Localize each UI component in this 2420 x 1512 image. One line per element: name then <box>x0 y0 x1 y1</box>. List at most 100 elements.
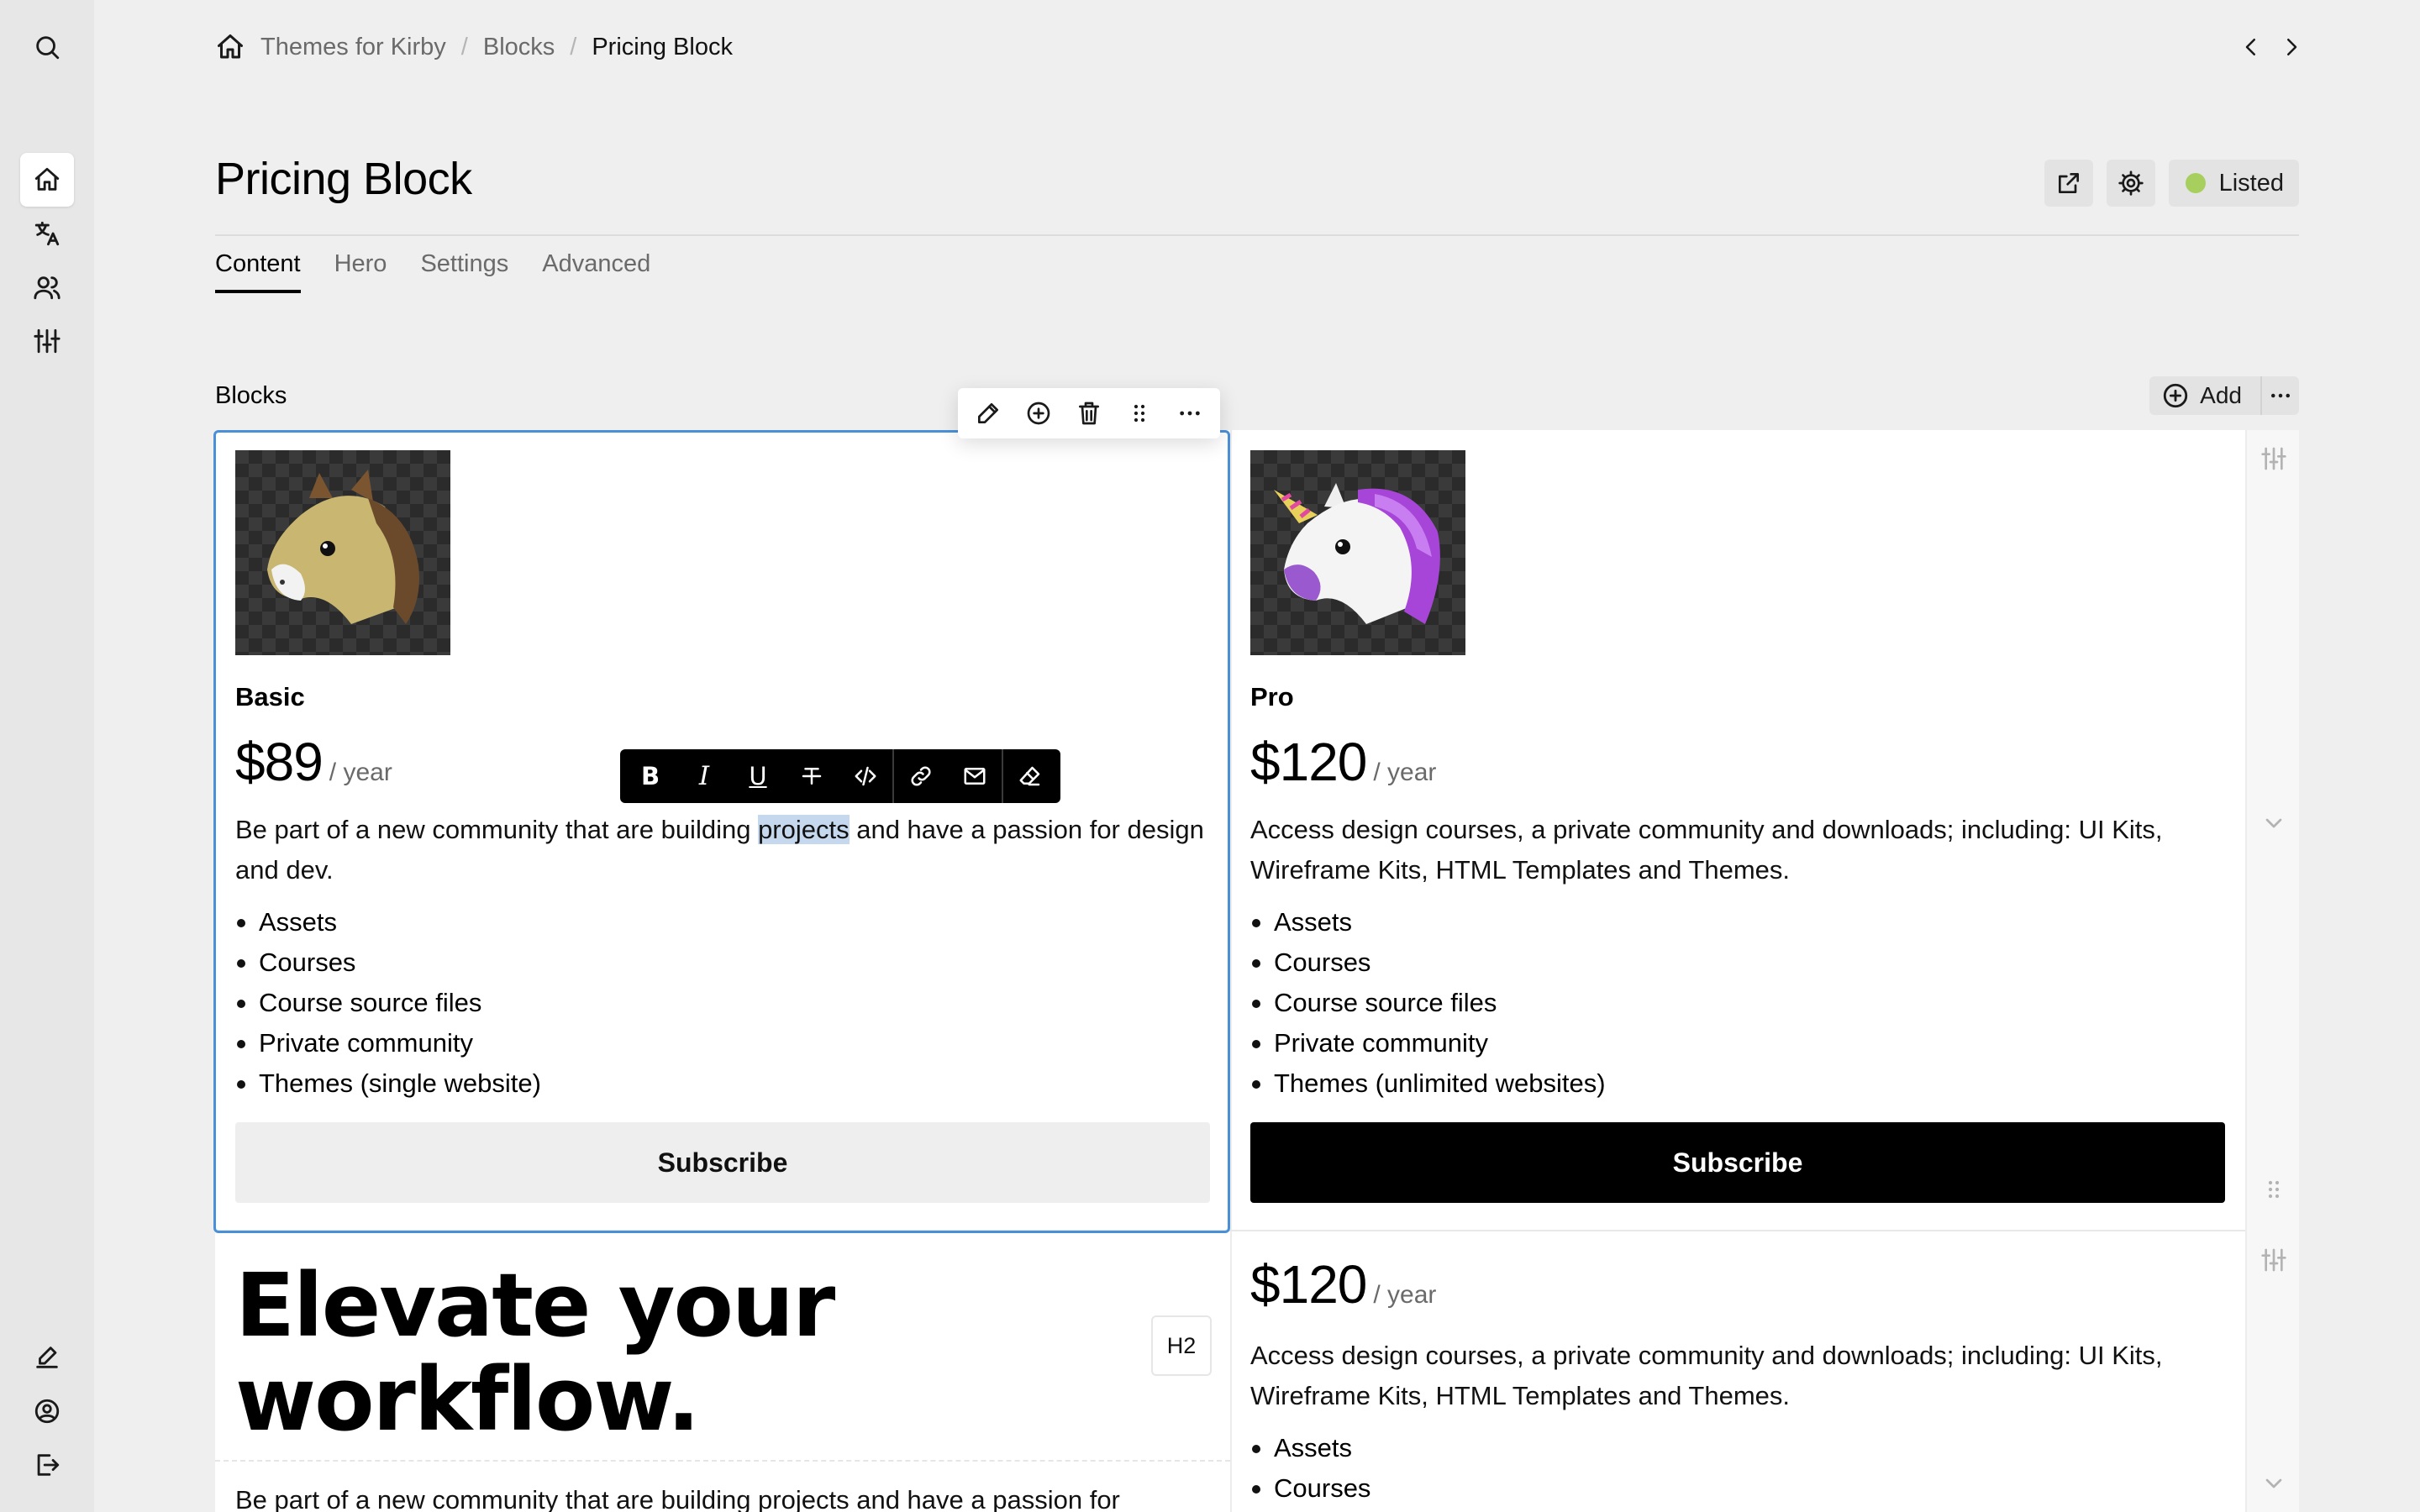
tab-settings[interactable]: Settings <box>420 250 508 293</box>
italic-icon[interactable]: I <box>677 749 731 803</box>
list-item: Course source files <box>1250 983 2225 1023</box>
list-item: Course source files <box>235 983 1210 1023</box>
list-item: Assets <box>1250 902 2225 942</box>
breadcrumb-current[interactable]: Pricing Block <box>592 34 733 61</box>
block-side-handles <box>2245 430 2299 1512</box>
page-title: Pricing Block <box>215 154 472 204</box>
account-icon[interactable] <box>20 1384 74 1438</box>
home-icon[interactable] <box>215 32 245 62</box>
plan-price: $120 / year <box>1250 731 2225 793</box>
subscribe-button[interactable]: Subscribe <box>1250 1122 2225 1203</box>
tab-hero[interactable]: Hero <box>334 250 387 293</box>
strikethrough-icon[interactable] <box>785 749 839 803</box>
pricing-card: Pro $120 / year Access design courses, a… <box>1250 450 2225 1203</box>
add-block-button[interactable]: Add <box>2149 376 2260 415</box>
drag-handle-icon[interactable] <box>1114 388 1165 438</box>
heading-line: Elevate your <box>235 1254 835 1357</box>
subscribe-button[interactable]: Subscribe <box>235 1122 1210 1203</box>
header-divider <box>215 234 2299 236</box>
trash-icon[interactable] <box>1064 388 1114 438</box>
breadcrumb-parent[interactable]: Blocks <box>483 34 555 61</box>
code-icon[interactable] <box>839 749 892 803</box>
plan-description[interactable]: Access design courses, a private communi… <box>1250 1336 2225 1416</box>
search-icon[interactable] <box>20 20 74 74</box>
breadcrumb-separator: / <box>570 33 577 60</box>
email-icon[interactable] <box>948 749 1002 803</box>
heading-line: workflow. <box>235 1348 700 1451</box>
horse-icon <box>267 470 419 624</box>
list-item: Private community <box>235 1023 1210 1063</box>
breadcrumb: Themes for Kirby / Blocks / Pricing Bloc… <box>215 30 733 64</box>
bold-icon[interactable]: B <box>623 749 677 803</box>
list-item: Courses <box>235 942 1210 983</box>
home-icon[interactable] <box>20 153 74 207</box>
tab-content[interactable]: Content <box>215 250 301 293</box>
block-settings-icon[interactable] <box>2260 445 2287 472</box>
plan-price: $120 / year <box>1250 1253 2225 1315</box>
previous-page-icon[interactable] <box>2238 30 2264 64</box>
feature-list: Assets Courses <box>1250 1428 2225 1509</box>
feature-list: Assets Courses Course source files Priva… <box>1250 902 2225 1104</box>
list-item: Courses <box>1250 942 2225 983</box>
price-period: / year <box>1373 1281 1437 1309</box>
blocks-area: Basic $89 / year Be part of a new commun… <box>213 430 2299 1512</box>
block-divider <box>215 1460 1230 1462</box>
status-button[interactable]: Listed <box>2168 160 2299 207</box>
price-value: $89 <box>235 732 324 792</box>
plan-name: Pro <box>1250 682 1294 711</box>
next-page-icon[interactable] <box>2279 30 2304 64</box>
breadcrumb-home[interactable]: Themes for Kirby <box>260 34 446 61</box>
link-icon[interactable] <box>894 749 948 803</box>
text-format-toolbar: B I U <box>620 749 1060 803</box>
open-external-button[interactable] <box>2044 160 2093 207</box>
tab-advanced[interactable]: Advanced <box>542 250 650 293</box>
desc-text: Be part of a new community that are buil… <box>235 815 759 844</box>
more-icon <box>2271 393 2290 398</box>
more-icon[interactable] <box>1165 388 1215 438</box>
list-item: Private community <box>1250 1023 2225 1063</box>
plan-description[interactable]: Be part of a new community that are buil… <box>235 810 1210 890</box>
sidebar-menu <box>0 0 94 1512</box>
pricing-card[interactable]: $120 / year Access design courses, a pri… <box>1250 1253 2225 1509</box>
price-period: / year <box>329 759 392 786</box>
settings-sliders-icon[interactable] <box>20 314 74 368</box>
add-label: Add <box>2200 382 2242 408</box>
add-icon[interactable] <box>1013 388 1064 438</box>
logout-icon[interactable] <box>20 1438 74 1492</box>
price-value: $120 <box>1250 732 1367 792</box>
pricing-card: Basic $89 / year Be part of a new commun… <box>235 450 1210 1203</box>
heading-level-button[interactable]: H2 <box>1151 1315 1212 1376</box>
blocks-label: Blocks <box>215 382 287 409</box>
gear-icon <box>2118 171 2144 196</box>
list-item: Assets <box>235 902 1210 942</box>
feature-list: Assets Courses Course source files Priva… <box>235 902 1210 1104</box>
text-block[interactable]: Be part of a new community that are buil… <box>235 1485 1120 1512</box>
external-link-icon <box>2058 173 2079 193</box>
pencil-icon[interactable] <box>963 388 1013 438</box>
plan-description[interactable]: Access design courses, a private communi… <box>1250 810 2225 890</box>
card-image[interactable] <box>235 450 450 655</box>
list-item: Assets <box>1250 1428 2225 1468</box>
translate-icon[interactable] <box>20 207 74 260</box>
list-item: Themes (single website) <box>235 1063 1210 1104</box>
page-settings-button[interactable] <box>2106 160 2155 207</box>
price-value: $120 <box>1250 1254 1367 1315</box>
edit-icon[interactable] <box>20 1331 74 1384</box>
status-label: Listed <box>2218 169 2284 197</box>
add-icon <box>2164 383 2188 408</box>
underline-icon[interactable]: U <box>731 749 785 803</box>
price-period: / year <box>1373 759 1437 786</box>
selected-text: projects <box>758 815 850 844</box>
drag-handle-icon[interactable] <box>2260 1176 2287 1203</box>
list-item: Themes (unlimited websites) <box>1250 1063 2225 1104</box>
card-image[interactable] <box>1250 450 1465 655</box>
users-icon[interactable] <box>20 260 74 314</box>
chevron-down-icon[interactable] <box>2260 1470 2287 1497</box>
row-divider <box>215 1230 2245 1231</box>
status-dot <box>2185 173 2206 193</box>
heading-block[interactable]: Elevate your workflow. <box>235 1258 1210 1446</box>
chevron-down-icon[interactable] <box>2260 810 2287 837</box>
blocks-more-button[interactable] <box>2260 376 2299 415</box>
clear-format-icon[interactable] <box>1003 749 1057 803</box>
block-settings-icon[interactable] <box>2260 1247 2287 1273</box>
